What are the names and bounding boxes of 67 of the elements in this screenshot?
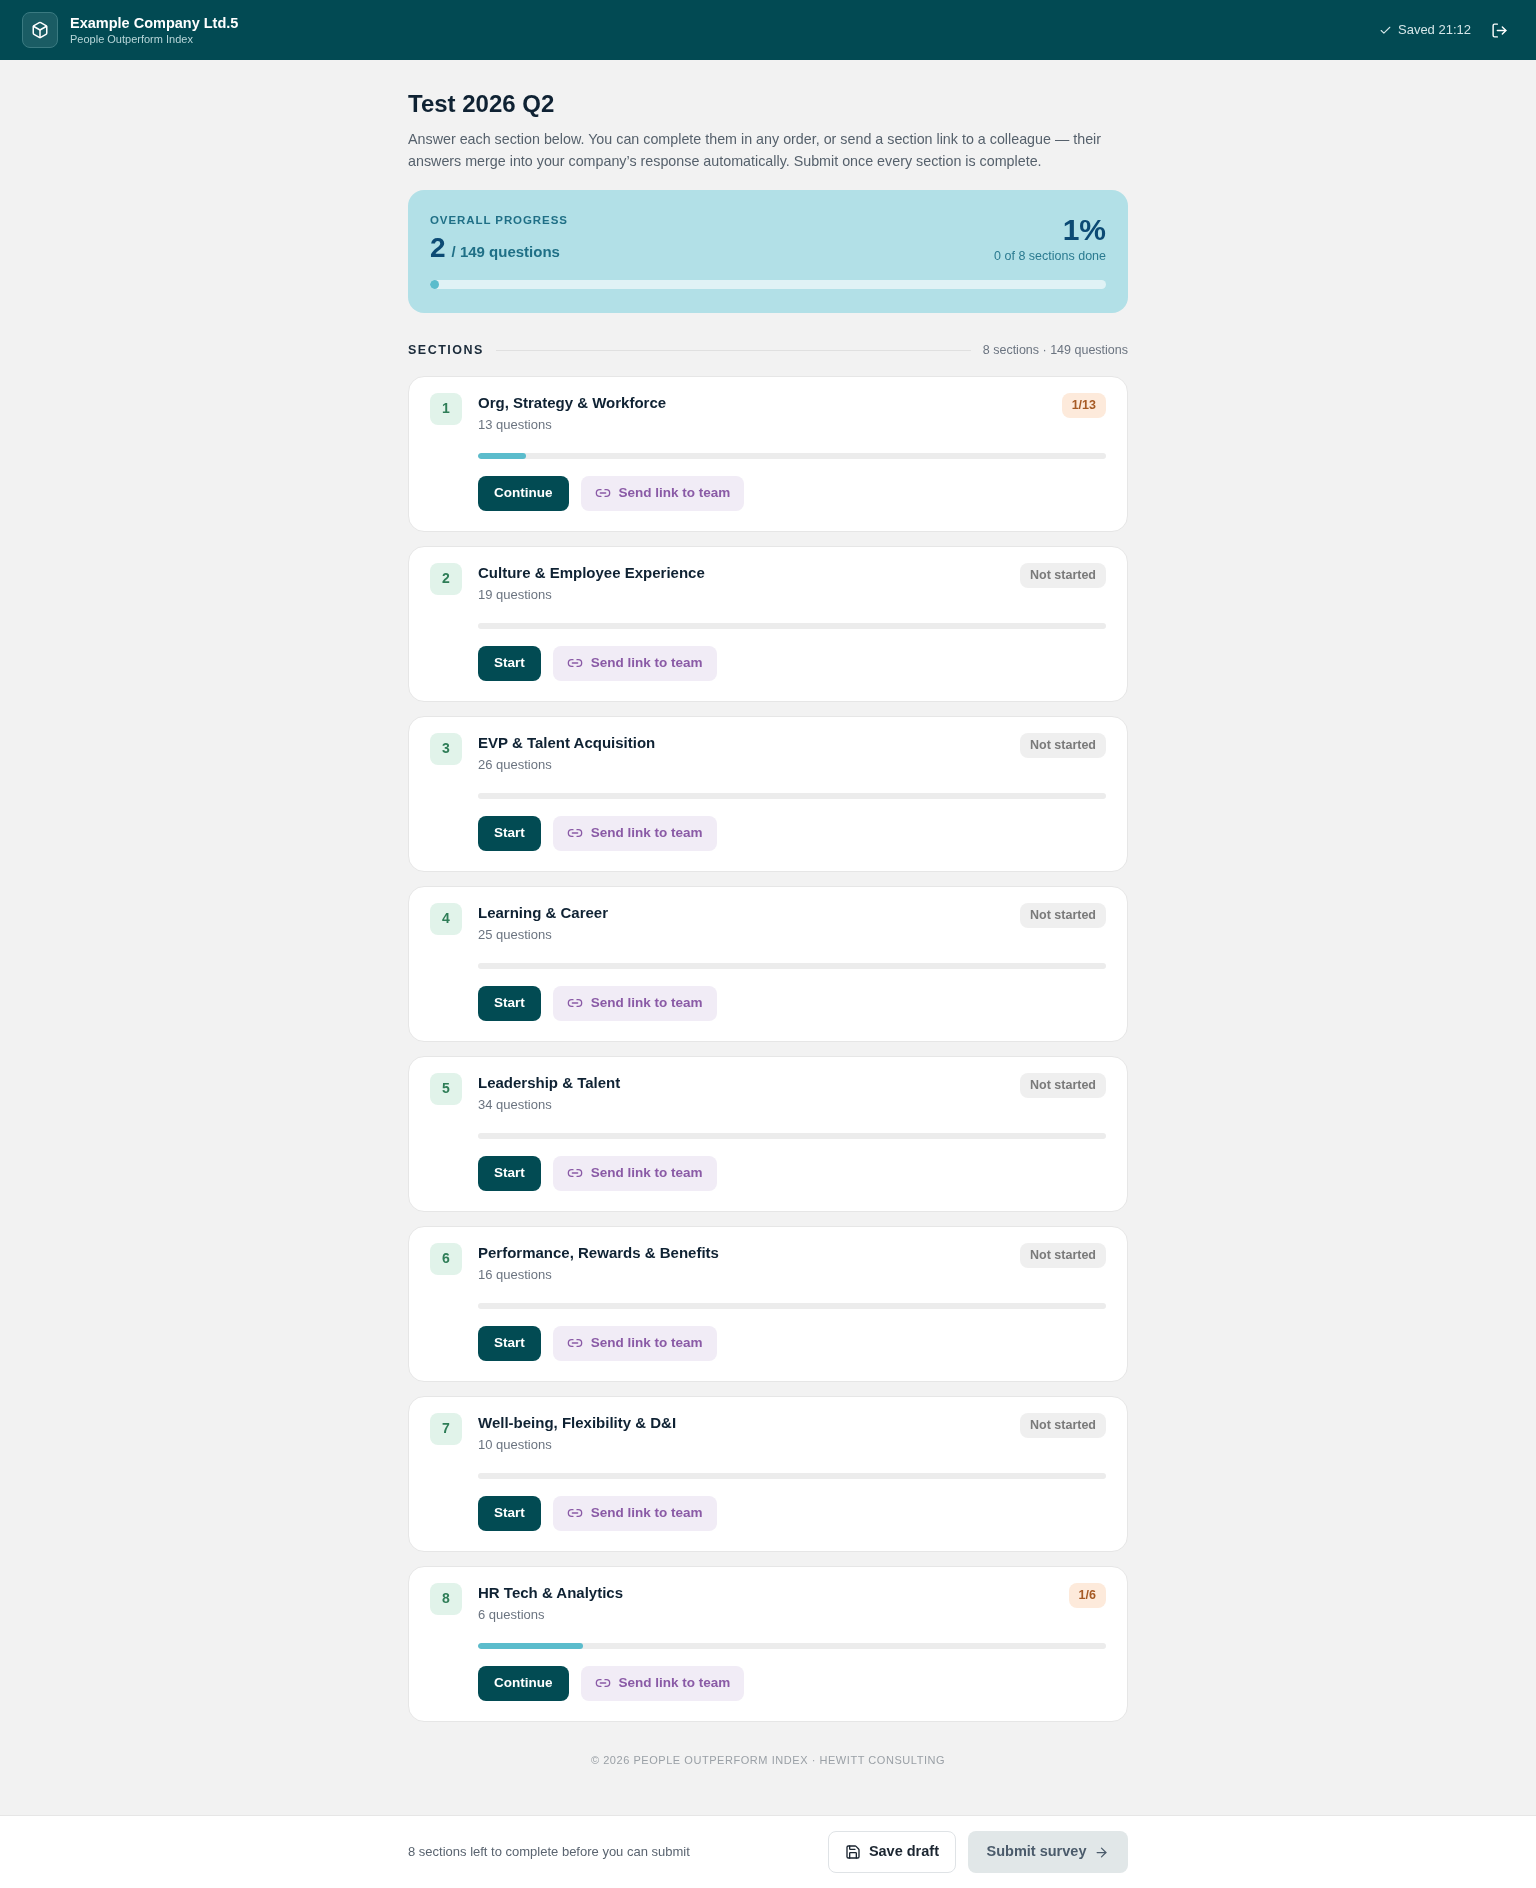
section-title: HR Tech & Analytics [478,1582,624,1603]
status-badge: Not started [1020,1412,1106,1438]
section-number: 5 [430,1072,462,1105]
question-count: 34 questions [478,1095,553,1114]
sections-heading: SECTIONS [408,342,484,359]
company-name: Example Company Ltd.5 [70,14,239,32]
status-badge: Not started [1020,1072,1106,1098]
section-title: EVP & Talent Acquisition [478,732,656,753]
send-link-button[interactable]: Send link to team [580,475,745,511]
arrow-right-icon [1094,1844,1110,1860]
product-name: People Outperform Index [70,32,194,46]
status-badge: 1/13 [1061,392,1106,418]
section-title: Culture & Employee Experience [478,562,705,583]
status-badge: Not started [1020,562,1106,588]
status-badge: 1/6 [1068,1582,1106,1608]
section-number: 4 [430,902,462,935]
question-count: 26 questions [478,755,553,774]
primary-action-button[interactable]: Start [478,985,541,1021]
section-number: 3 [430,732,462,765]
send-link-button[interactable]: Send link to team [552,815,717,851]
intro-text: Answer each section below. You can complete them in any order, or send a section link to a colleague — their answers merge into your company’s response automatically. Submit once every section is complete. [408,130,1102,171]
section-title: Performance, Rewards & Benefits [478,1242,719,1263]
cube-icon [22,12,58,48]
primary-action-button[interactable]: Continue [478,475,569,511]
saved-status: Saved 21:12 [1398,21,1471,40]
section-number: 1 [430,392,462,425]
primary-action-button[interactable]: Start [478,1325,541,1361]
primary-action-button[interactable]: Start [478,815,541,851]
copyright-text: © 2026 PEOPLE OUTPERFORM INDEX · HEWITT CONSULTING [590,1752,946,1768]
section-number: 7 [430,1412,462,1445]
status-badge: Not started [1020,732,1106,758]
section-title: Learning & Career [478,902,609,923]
section-number: 2 [430,562,462,595]
status-badge: Not started [1020,1242,1106,1268]
section-title: Org, Strategy & Workforce [478,392,667,413]
save-draft-button[interactable]: Save draft [827,1831,956,1873]
send-link-button[interactable]: Send link to team [552,1325,717,1361]
send-link-button[interactable]: Send link to team [552,1495,717,1531]
question-count: 19 questions [478,585,553,604]
section-number: 8 [430,1582,462,1615]
submit-hint: 8 sections left to complete before you can submit [408,1843,690,1862]
percent-complete: 1% [1062,212,1106,248]
answered-count: 2 [430,232,446,264]
send-link-button[interactable]: Send link to team [552,985,717,1021]
send-link-button[interactable]: Send link to team [552,1155,717,1191]
status-badge: Not started [1020,902,1106,928]
section-title: Well-being, Flexibility & D&I [478,1412,677,1433]
primary-action-button[interactable]: Start [478,645,541,681]
section-number: 6 [430,1242,462,1275]
primary-action-button[interactable]: Continue [478,1665,569,1701]
send-link-button[interactable]: Send link to team [580,1665,745,1701]
send-link-button[interactable]: Send link to team [552,645,717,681]
total-questions: / 149 questions [451,242,560,262]
question-count: 13 questions [478,415,553,434]
question-count: 10 questions [478,1435,553,1454]
sections-done: 0 of 8 sections done [994,248,1106,264]
question-count: 25 questions [478,925,553,944]
primary-action-button[interactable]: Start [478,1155,541,1191]
section-title: Leadership & Talent [478,1072,621,1093]
primary-action-button[interactable]: Start [478,1495,541,1531]
question-count: 6 questions [478,1605,546,1624]
question-count: 16 questions [478,1265,553,1284]
page-title: Test 2026 Q2 [408,89,556,119]
progress-label: OVERALL PROGRESS [430,213,568,228]
save-icon [844,1844,861,1860]
sections-summary: 8 sections · 149 questions [982,342,1128,359]
logout-button[interactable] [1491,21,1508,39]
